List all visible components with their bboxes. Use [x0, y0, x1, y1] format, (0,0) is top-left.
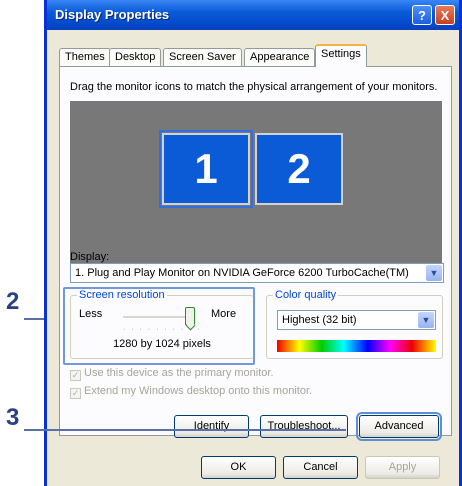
- callout-2-label: 2: [6, 288, 20, 315]
- display-label: Display:: [70, 251, 110, 263]
- color-quality-select[interactable]: Highest (32 bit) ▼: [277, 310, 436, 330]
- color-quality-group: Color quality Highest (32 bit) ▼: [266, 289, 443, 359]
- monitor-1[interactable]: 1: [159, 130, 253, 208]
- identify-button[interactable]: Identify: [174, 415, 249, 438]
- tab-themes[interactable]: Themes: [59, 48, 111, 66]
- tab-desktop[interactable]: Desktop: [109, 48, 162, 66]
- primary-monitor-checkbox[interactable]: ✓ Use this device as the primary monitor.: [70, 367, 274, 381]
- instruction-text: Drag the monitor icons to match the phys…: [70, 81, 438, 93]
- tab-settings[interactable]: Settings: [315, 44, 367, 67]
- primary-monitor-label: Use this device as the primary monitor.: [84, 367, 274, 379]
- extend-desktop-label: Extend my Windows desktop onto this moni…: [84, 385, 313, 397]
- close-button[interactable]: X: [435, 5, 455, 25]
- checkmark-icon: ✓: [70, 370, 81, 381]
- resolution-highlight: [63, 287, 255, 365]
- advanced-button[interactable]: Advanced: [356, 412, 442, 441]
- extend-desktop-checkbox[interactable]: ✓ Extend my Windows desktop onto this mon…: [70, 385, 312, 399]
- color-spectrum-bar: [277, 340, 436, 352]
- checkmark-icon: ✓: [70, 388, 81, 399]
- monitor-2[interactable]: 2: [255, 133, 343, 205]
- color-quality-label: Color quality: [273, 289, 339, 301]
- callout-3-label: 3: [6, 404, 20, 431]
- monitor-arrangement-preview: 1 2: [70, 101, 442, 271]
- cancel-button[interactable]: Cancel: [283, 456, 358, 479]
- troubleshoot-button[interactable]: Troubleshoot...: [260, 415, 348, 438]
- apply-button[interactable]: Apply: [365, 456, 440, 479]
- tab-screen-saver[interactable]: Screen Saver: [163, 48, 242, 66]
- display-select[interactable]: 1. Plug and Play Monitor on NVIDIA GeFor…: [70, 263, 444, 283]
- help-button[interactable]: ?: [412, 5, 432, 25]
- color-quality-value: Highest (32 bit): [282, 314, 357, 326]
- chevron-down-icon[interactable]: ▼: [418, 312, 434, 328]
- settings-panel: Drag the monitor icons to match the phys…: [59, 66, 452, 441]
- window-title: Display Properties: [55, 7, 170, 22]
- ok-button[interactable]: OK: [201, 456, 276, 479]
- chevron-down-icon[interactable]: ▼: [426, 265, 442, 281]
- display-select-value: 1. Plug and Play Monitor on NVIDIA GeFor…: [75, 267, 409, 279]
- tab-appearance[interactable]: Appearance: [244, 48, 316, 66]
- display-properties-window: Display Properties ? X Themes Desktop Sc…: [44, 0, 462, 486]
- callout-3-line: [24, 429, 346, 431]
- title-bar[interactable]: Display Properties ? X: [47, 0, 459, 30]
